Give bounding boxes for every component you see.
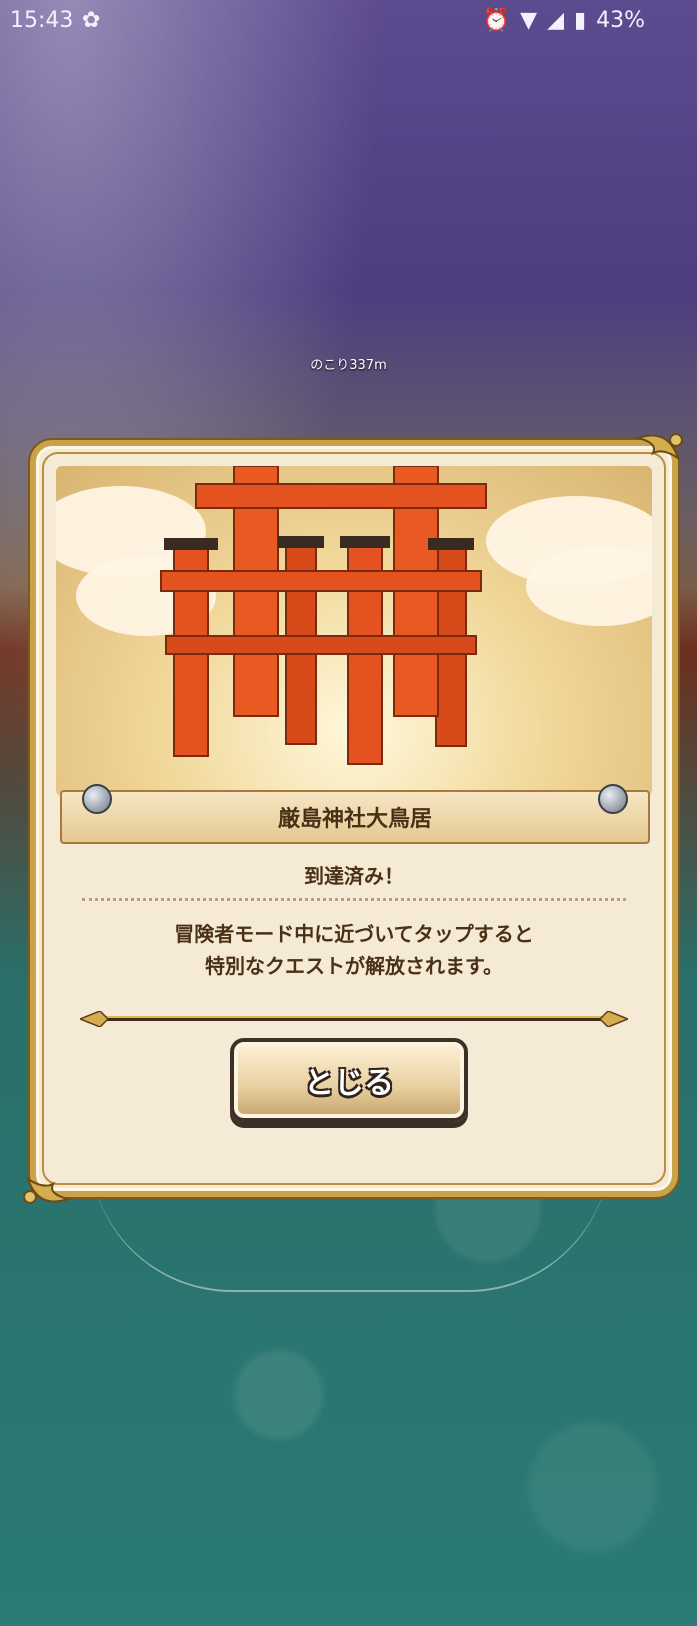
description-line: 冒険者モード中に近づいてタップすると <box>174 922 534 946</box>
landmark-title: 厳島神社大鳥居 <box>277 807 432 832</box>
description-line: 特別なクエストが解放されます。 <box>205 954 503 978</box>
pin-icon <box>82 784 112 814</box>
remaining-distance: のこり337m <box>310 358 387 373</box>
corner-ornament-icon <box>23 1176 72 1204</box>
reached-status: 到達済み！ <box>304 864 404 888</box>
torii-gate-illustration <box>160 466 487 765</box>
dotted-divider <box>82 898 626 901</box>
landmark-name-banner: 厳島神社大鳥居 <box>60 784 650 844</box>
ornament-divider <box>80 1011 628 1027</box>
battery-percent: 43% <box>596 8 645 33</box>
clock: 15:43 <box>10 8 74 33</box>
wifi-icon: ▼ <box>520 8 538 33</box>
landmark-image <box>56 466 652 796</box>
alarm-icon: ⏰ <box>482 8 511 33</box>
signal-icon: ◢ <box>547 8 564 33</box>
landmark-dialog: 厳島神社大鳥居 到達済み！ 冒険者モード中に近づいてタップすると 特別なクエスト… <box>23 433 683 1204</box>
blossom-icon: ✿ <box>82 8 101 33</box>
status-bar: 15:43 ✿ ⏰ ▼ ◢ ▮ 43% <box>0 0 697 44</box>
description: 冒険者モード中に近づいてタップすると 特別なクエストが解放されます。 <box>36 918 672 982</box>
close-button[interactable]: とじる <box>230 1038 468 1122</box>
pin-icon <box>598 784 628 814</box>
battery-icon: ▮ <box>573 8 587 33</box>
status-icons: ⏰ ▼ ◢ ▮ 43% <box>483 8 645 33</box>
